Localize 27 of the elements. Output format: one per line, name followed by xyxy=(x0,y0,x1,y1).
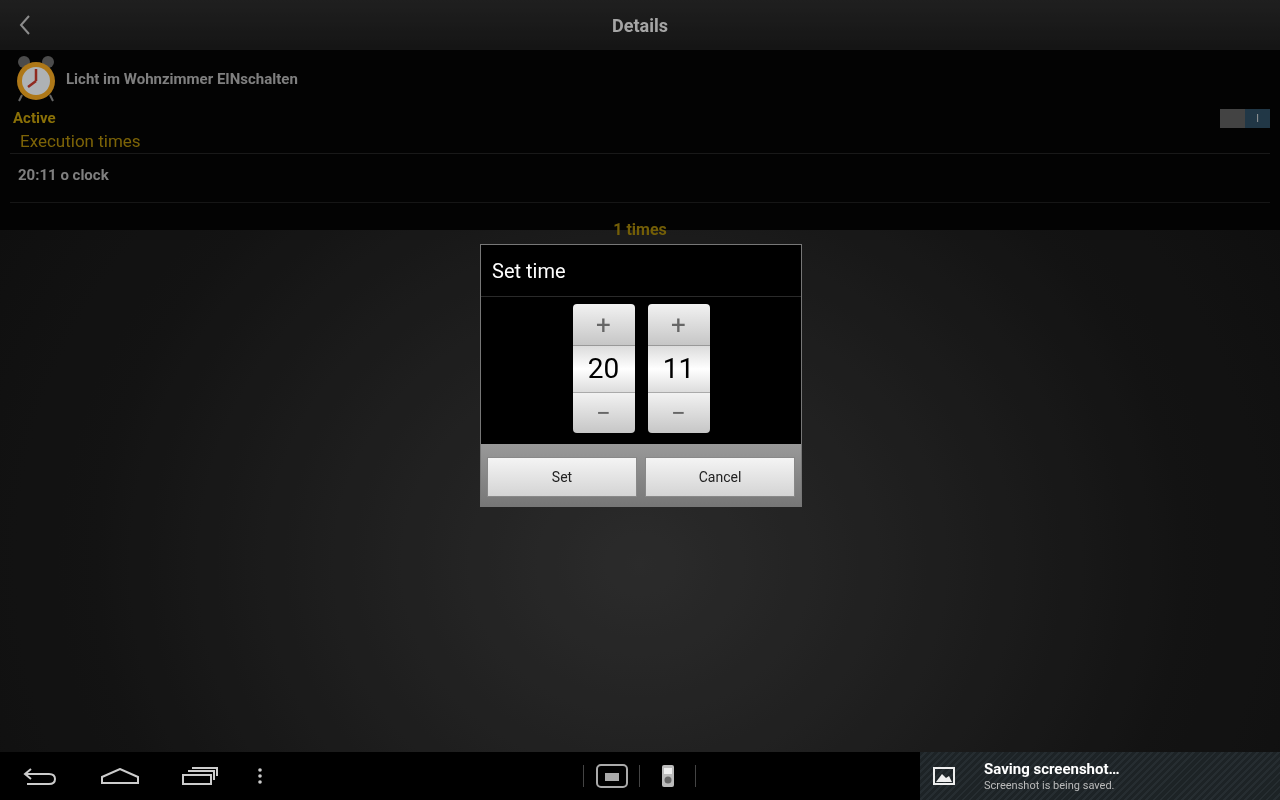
screen-icon xyxy=(595,764,628,788)
device-icon xyxy=(660,764,675,788)
notification-title: Saving screenshot… xyxy=(984,759,1120,779)
section-heading: Execution times xyxy=(20,129,141,153)
recent-apps-icon xyxy=(182,767,218,785)
execution-count: 1 times xyxy=(613,221,667,239)
cancel-button[interactable]: Cancel xyxy=(645,457,795,497)
home-icon xyxy=(101,768,139,784)
execution-time: 20:11 o clock xyxy=(18,165,110,186)
increment-button[interactable]: + xyxy=(572,304,635,346)
back-arrow-icon xyxy=(23,767,57,785)
menu-icon xyxy=(258,768,262,784)
dialog-title: Set time xyxy=(492,257,566,285)
active-label: Active xyxy=(13,107,56,129)
decrement-button[interactable]: − xyxy=(647,392,710,433)
alarm-clock-icon xyxy=(14,55,58,103)
image-icon xyxy=(933,767,955,785)
number-field[interactable]: 11 xyxy=(647,346,710,392)
screen-title: Details xyxy=(611,13,669,38)
back-icon xyxy=(19,14,31,36)
task-name: Licht im Wohnzimmer EINschalten xyxy=(66,68,298,90)
notification-panel[interactable]: Saving screenshot… Screenshot is being saved. xyxy=(920,752,1280,800)
increment-button[interactable]: + xyxy=(647,304,710,346)
set-button[interactable]: Set xyxy=(487,457,637,497)
decrement-button[interactable]: − xyxy=(572,392,635,433)
number-field[interactable]: 20 xyxy=(572,346,635,392)
notification-text: Screenshot is being saved. xyxy=(984,778,1116,793)
